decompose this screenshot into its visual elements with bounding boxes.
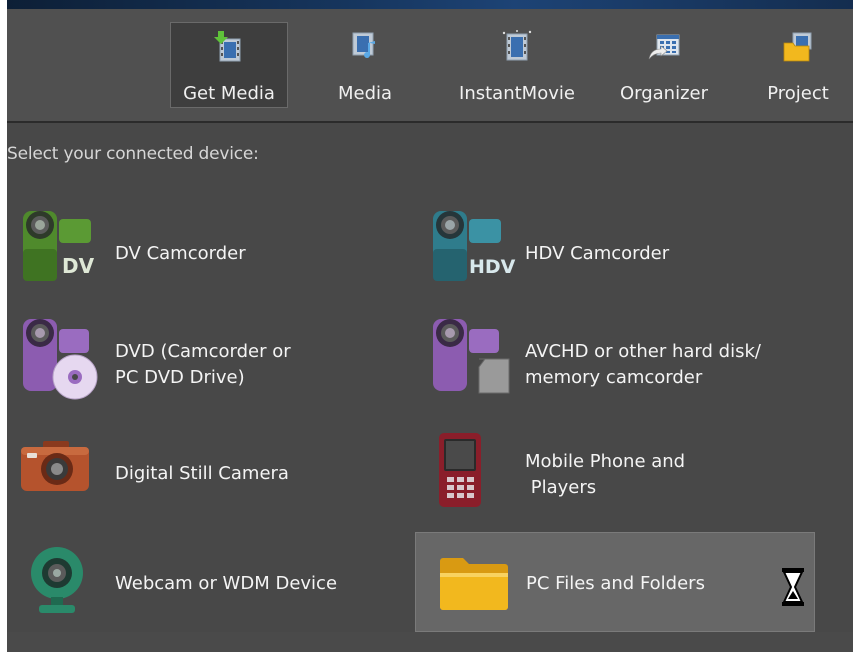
panel-footer [7,632,853,652]
device-mobile-phone[interactable]: Mobile Phone and Players [427,423,827,523]
hdv-badge: HDV [469,256,516,278]
tab-label-media: Media [337,83,393,104]
media-icon [352,32,375,59]
tab-label-instantmovie: InstantMovie [459,83,575,104]
avchd-camcorder-icon [433,319,510,394]
instantmovie-icon [502,30,532,61]
main-toolbar: Get Media Media InstantMovie Organizer P… [7,9,853,121]
mobile-phone-icon [439,433,481,507]
device-label-pc-files: PC Files and Folders [526,573,705,594]
project-icon [783,32,812,62]
device-label-mobile-phone: Mobile Phone and Players [525,451,686,498]
tab-label-project: Project [767,83,829,104]
device-webcam[interactable]: Webcam or WDM Device [17,533,417,633]
folder-icon [440,558,508,610]
dv-camcorder-icon: DV [23,211,95,281]
dv-badge: DV [62,254,95,278]
device-label-dvd-camcorder: DVD (Camcorder or PC DVD Drive) [115,341,291,388]
tab-organizer[interactable]: Organizer [609,22,719,108]
device-dvd-camcorder[interactable]: DVD (Camcorder or PC DVD Drive) [17,313,417,413]
device-label-webcam: Webcam or WDM Device [115,573,338,594]
webcam-icon [31,547,83,613]
tab-instantmovie[interactable]: InstantMovie [447,22,587,108]
dvd-camcorder-icon [23,319,98,400]
device-label-digital-still-camera: Digital Still Camera [115,463,289,484]
device-label-avchd-camcorder: AVCHD or other hard disk/ memory camcord… [525,341,761,388]
tab-get-media[interactable]: Get Media [170,22,288,108]
device-digital-still-camera[interactable]: Digital Still Camera [17,423,417,523]
get-media-panel: Get Media Media InstantMovie Organizer P… [7,0,853,652]
device-label-dv-camcorder: DV Camcorder [115,243,246,264]
hourglass-icon [782,568,804,606]
device-hdv-camcorder[interactable]: HDV HDV Camcorder [427,203,827,303]
digital-camera-icon [21,441,89,491]
organizer-icon [648,34,680,60]
window-title-strip [7,0,853,9]
toolbar-divider [7,121,853,123]
get-media-icon [214,31,241,62]
device-prompt: Select your connected device: [7,144,259,164]
tab-label-get-media: Get Media [183,83,275,104]
device-dv-camcorder[interactable]: DV DV Camcorder [17,203,417,303]
tab-label-organizer: Organizer [619,83,709,104]
device-label-hdv-camcorder: HDV Camcorder [525,243,670,264]
hdv-camcorder-icon: HDV [433,211,516,281]
device-pc-files-and-folders[interactable]: PC Files and Folders [415,532,815,632]
tab-media[interactable]: Media [325,22,405,108]
device-avchd-camcorder[interactable]: AVCHD or other hard disk/ memory camcord… [427,313,827,413]
tab-project[interactable]: Project [753,22,843,108]
